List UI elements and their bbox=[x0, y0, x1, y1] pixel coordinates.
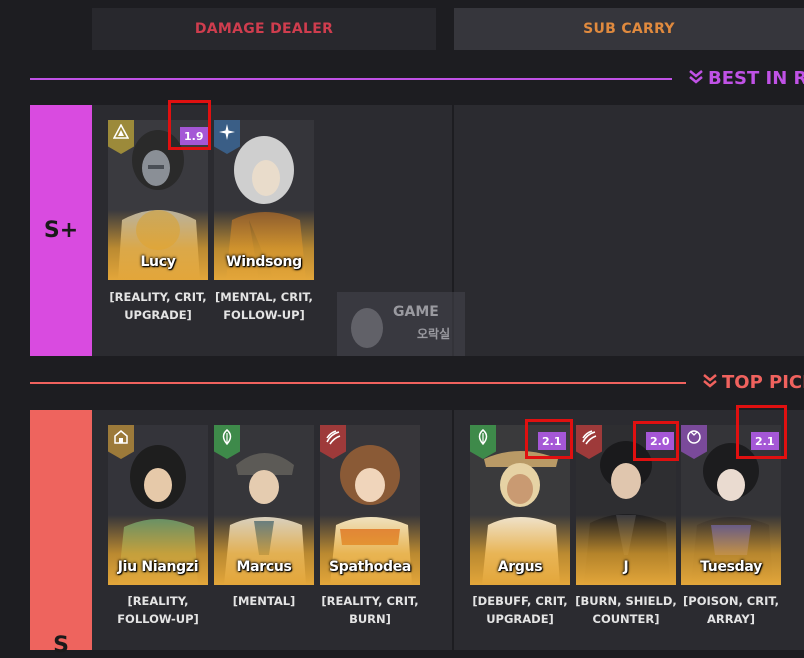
character-tags: [DEBUFF, CRIT, UPGRADE] bbox=[472, 594, 568, 626]
tab-damage-dealer[interactable]: DAMAGE DEALER bbox=[92, 8, 436, 50]
rating-badge: 2.1 bbox=[751, 432, 779, 450]
section-divider-top bbox=[30, 382, 686, 384]
tab-sub-carry[interactable]: SUB CARRY bbox=[454, 8, 804, 50]
character-card-jiu-niangzi[interactable]: Jiu Niangzi bbox=[108, 425, 208, 585]
tier-label-s: S bbox=[30, 410, 92, 658]
watermark-logo: GAME 오락실 bbox=[337, 292, 465, 356]
character-name: Tuesday bbox=[700, 559, 762, 575]
double-chevron-down-icon bbox=[702, 373, 718, 392]
character-card-marcus[interactable]: Marcus bbox=[214, 425, 314, 585]
character-card-spathodea[interactable]: Spathodea bbox=[320, 425, 420, 585]
tier-panel-splus-sub bbox=[454, 105, 804, 356]
character-name: Jiu Niangzi bbox=[117, 559, 199, 575]
section-best-label: BEST IN R bbox=[708, 68, 804, 89]
character-name: J bbox=[623, 559, 629, 575]
svg-text:GAME: GAME bbox=[393, 304, 439, 320]
character-tags: [MENTAL] bbox=[232, 594, 296, 608]
tier-label-splus: S+ bbox=[30, 105, 92, 356]
character-name: Lucy bbox=[140, 254, 176, 270]
character-tags: [REALITY, FOLLOW-UP] bbox=[117, 594, 199, 626]
section-divider-best bbox=[30, 78, 672, 80]
character-name: Argus bbox=[497, 559, 543, 575]
section-top-label: TOP PICI bbox=[722, 372, 804, 393]
rating-badge: 2.0 bbox=[646, 432, 674, 450]
character-card-windsong[interactable]: Windsong bbox=[214, 120, 314, 280]
character-card-lucy[interactable]: 1.9 Lucy bbox=[108, 120, 208, 280]
character-card-j[interactable]: 2.0 J bbox=[576, 425, 676, 585]
character-name: Marcus bbox=[236, 559, 292, 575]
double-chevron-down-icon bbox=[688, 69, 704, 88]
character-tags: [REALITY, CRIT, BURN] bbox=[321, 594, 419, 626]
rating-badge: 1.9 bbox=[180, 127, 208, 145]
character-name: Spathodea bbox=[328, 559, 412, 575]
character-tags: [BURN, SHIELD, COUNTER] bbox=[575, 594, 677, 626]
section-best-heading: BEST IN R bbox=[688, 68, 804, 89]
character-card-argus[interactable]: 2.1 Argus bbox=[470, 425, 570, 585]
tier-label-s-text: S bbox=[53, 633, 69, 658]
character-tags: [MENTAL, CRIT, FOLLOW-UP] bbox=[215, 290, 313, 322]
character-name: Windsong bbox=[226, 254, 302, 270]
character-tags: [POISON, CRIT, ARRAY] bbox=[683, 594, 779, 626]
character-tags: [REALITY, CRIT, UPGRADE] bbox=[109, 290, 207, 322]
svg-text:오락실: 오락실 bbox=[417, 326, 450, 341]
character-card-tuesday[interactable]: 2.1 Tuesday bbox=[681, 425, 781, 585]
section-top-heading: TOP PICI bbox=[702, 372, 804, 393]
rating-badge: 2.1 bbox=[538, 432, 566, 450]
